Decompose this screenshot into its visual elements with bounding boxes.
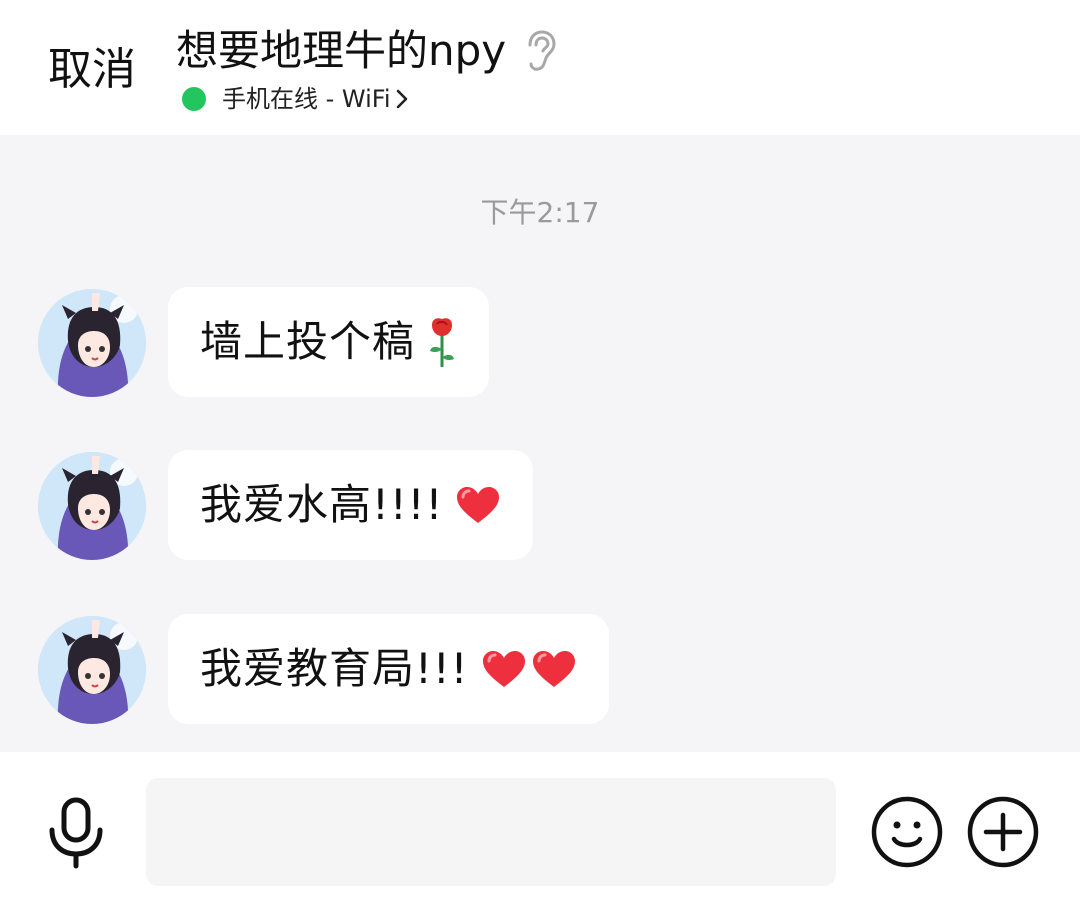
message-input[interactable]	[146, 778, 836, 886]
chat-title[interactable]: 想要地理牛的npy	[176, 22, 506, 80]
status-text: 手机在线 - WiFi	[222, 85, 391, 113]
red-heart-icon	[455, 485, 501, 525]
red-heart-icon	[481, 649, 527, 689]
avatar[interactable]	[38, 616, 146, 724]
online-status[interactable]: 手机在线 - WiFi	[182, 82, 409, 116]
ear-icon[interactable]	[524, 29, 558, 73]
chevron-right-icon	[395, 88, 409, 110]
avatar[interactable]	[38, 452, 146, 560]
message-bubble[interactable]: 墙上投个稿	[168, 287, 490, 397]
message-timestamp: 下午2:17	[480, 196, 600, 229]
message-list[interactable]: 下午2:17 墙上投个稿 我爱水高!!!! 我爱教育局!!!	[0, 135, 1080, 752]
online-dot-icon	[182, 87, 206, 111]
red-heart-icon	[531, 649, 577, 689]
title-row: 想要地理牛的npy	[176, 22, 558, 80]
microphone-icon[interactable]	[46, 796, 106, 870]
avatar[interactable]	[38, 289, 146, 397]
cancel-button[interactable]: 取消	[48, 40, 136, 100]
message-text: 我爱教育局!!!	[200, 644, 469, 693]
message-text: 我爱水高!!!!	[200, 480, 444, 529]
message-bubble[interactable]: 我爱教育局!!!	[168, 614, 609, 724]
message-text: 墙上投个稿	[200, 317, 416, 366]
message-bubble[interactable]: 我爱水高!!!!	[168, 450, 534, 560]
rose-icon	[427, 315, 457, 369]
plus-icon[interactable]	[966, 795, 1040, 869]
smiley-icon[interactable]	[870, 795, 944, 869]
chat-header: 取消 想要地理牛的npy 手机在线 - WiFi	[0, 0, 1080, 135]
